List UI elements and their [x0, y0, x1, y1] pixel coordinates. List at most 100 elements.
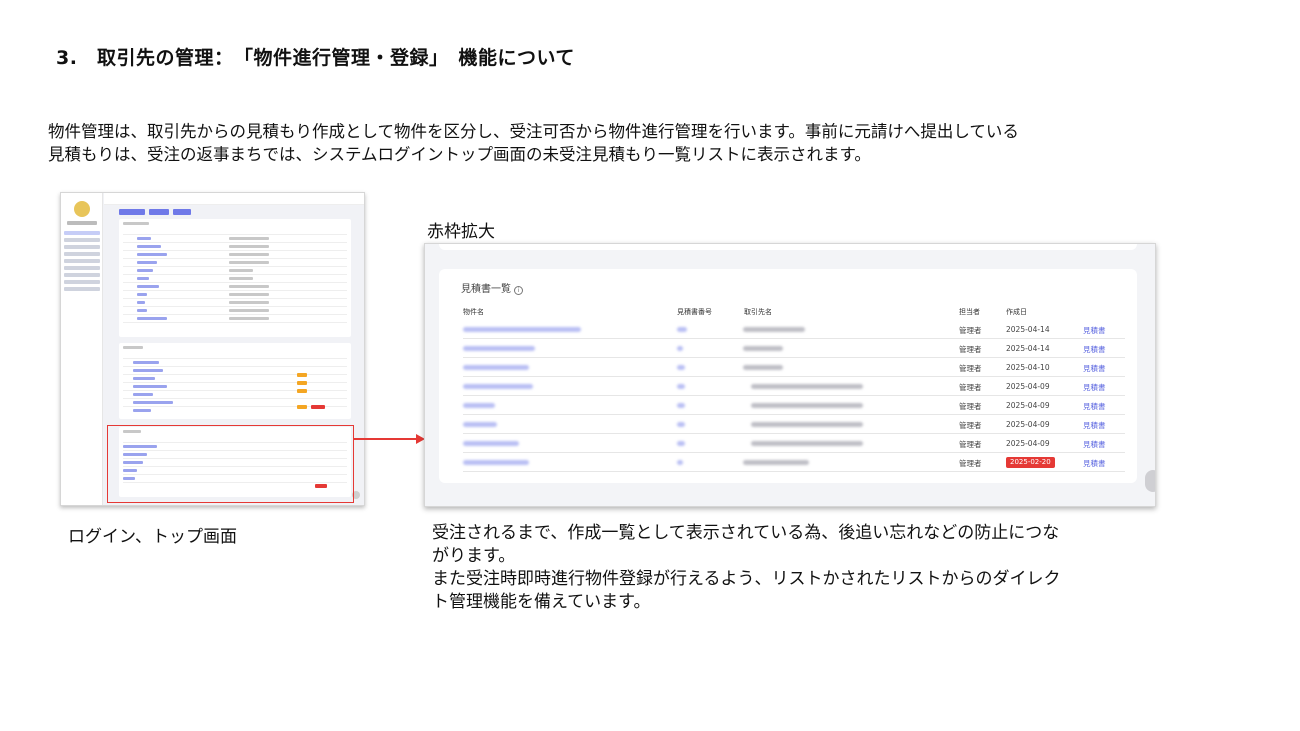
mini-row-line — [123, 322, 347, 323]
table-row[interactable]: 管理者 2025-04-14 見積書 — [463, 339, 1125, 358]
zoomed-screenshot: 見積書一覧 i 物件名 見積書番号 取引先名 担当者 作成日 管理者 2025-0… — [424, 243, 1156, 507]
mini-cell — [133, 401, 173, 404]
estimate-link[interactable]: 見積書 — [1083, 420, 1106, 431]
previous-card-edge — [439, 244, 1137, 250]
mini-row-line — [123, 358, 347, 359]
date-cell: 2025-04-14 — [1006, 344, 1050, 353]
estimate-number — [677, 327, 687, 332]
mini-nav-item — [64, 259, 100, 263]
column-header: 物件名 — [463, 308, 484, 316]
mini-row-line — [123, 298, 347, 299]
mini-cell — [229, 237, 269, 240]
estimate-number — [677, 384, 685, 389]
mini-cell — [137, 309, 147, 312]
estimate-link[interactable]: 見積書 — [1083, 325, 1106, 336]
table-row[interactable]: 管理者 2025-04-09 見積書 — [463, 434, 1125, 453]
table-row[interactable]: 管理者 2025-02-20 見積書 — [463, 453, 1125, 472]
mini-card-projects — [119, 343, 351, 419]
mini-nav-item — [64, 238, 100, 242]
mini-row-line — [123, 314, 347, 315]
estimate-link[interactable]: 見積書 — [1083, 382, 1106, 393]
mini-cell — [229, 317, 269, 320]
table-row[interactable]: 管理者 2025-04-09 見積書 — [463, 377, 1125, 396]
mini-cell — [229, 301, 269, 304]
mini-cell — [133, 369, 163, 372]
mini-cell — [137, 277, 149, 280]
project-name[interactable] — [463, 403, 495, 408]
estimate-number — [677, 422, 685, 427]
client-name — [743, 327, 805, 332]
client-name — [751, 441, 863, 446]
mini-nav-item — [64, 245, 100, 249]
mini-cell — [137, 301, 145, 304]
project-name[interactable] — [463, 441, 519, 446]
person-cell: 管理者 — [959, 402, 982, 411]
mini-row-line — [123, 242, 347, 243]
estimate-link[interactable]: 見積書 — [1083, 363, 1106, 374]
client-name — [743, 460, 809, 465]
mini-cell — [137, 245, 161, 248]
mini-row-line — [123, 250, 347, 251]
estimate-number — [677, 365, 685, 370]
date-cell: 2025-04-10 — [1006, 363, 1050, 372]
client-name — [743, 365, 783, 370]
mini-row-line — [123, 266, 347, 267]
mini-cell — [133, 377, 155, 380]
table-row[interactable]: 管理者 2025-04-14 見積書 — [463, 320, 1125, 339]
page-title: 3. 取引先の管理： 「物件進行管理・登録」 機能について — [56, 47, 575, 69]
mini-cell — [229, 261, 269, 264]
mini-logo-text — [67, 221, 97, 225]
estimate-number — [677, 403, 685, 408]
mini-card-title — [123, 346, 143, 349]
caption-line: 受注されるまで、作成一覧として表示されている為、後追い忘れなどの防止につな — [432, 523, 1060, 543]
mini-cell — [133, 409, 151, 412]
estimate-link[interactable]: 見積書 — [1083, 344, 1106, 355]
caption-line: ト管理機能を備えています。 — [432, 592, 651, 612]
project-name[interactable] — [463, 422, 497, 427]
estimate-link[interactable]: 見積書 — [1083, 401, 1106, 412]
client-name — [751, 422, 863, 427]
project-name[interactable] — [463, 327, 581, 332]
mini-cell — [229, 269, 253, 272]
project-name[interactable] — [463, 346, 535, 351]
mini-row-line — [123, 282, 347, 283]
mini-row-line — [123, 258, 347, 259]
mini-status-badge — [297, 373, 307, 377]
caption-line: がります。 — [432, 546, 516, 566]
intro-line: 物件管理は、取引先からの見積もり作成として物件を区分し、受注可否から物件進行管理… — [48, 122, 1019, 141]
date-cell: 2025-04-09 — [1006, 420, 1050, 429]
project-name[interactable] — [463, 384, 533, 389]
project-name[interactable] — [463, 460, 529, 465]
mini-cell — [229, 245, 269, 248]
row-divider — [463, 471, 1125, 472]
info-circle-icon[interactable]: i — [514, 286, 523, 295]
person-cell: 管理者 — [959, 459, 982, 468]
client-name — [743, 346, 783, 351]
table-row[interactable]: 管理者 2025-04-09 見積書 — [463, 396, 1125, 415]
mini-cell — [229, 293, 269, 296]
mini-cell — [133, 393, 153, 396]
table-row[interactable]: 管理者 2025-04-10 見積書 — [463, 358, 1125, 377]
mini-topbar — [104, 193, 364, 205]
mini-cell — [137, 317, 167, 320]
mini-nav-item — [64, 280, 100, 284]
mini-cell — [229, 309, 269, 312]
intro-text: 物件管理は、取引先からの見積もり作成として物件を区分し、受注可否から物件進行管理… — [48, 120, 1019, 166]
project-name[interactable] — [463, 365, 529, 370]
mini-status-badge — [297, 389, 307, 393]
mini-status-badge — [297, 381, 307, 385]
mini-cell — [137, 269, 153, 272]
estimate-link[interactable]: 見積書 — [1083, 458, 1106, 469]
mini-row-line — [123, 374, 347, 375]
arrow-line — [354, 438, 418, 440]
mini-cell — [133, 361, 159, 364]
logo-icon — [74, 201, 90, 217]
scroll-knob[interactable] — [1145, 470, 1155, 492]
mini-nav-item — [64, 231, 100, 235]
estimate-link[interactable]: 見積書 — [1083, 439, 1106, 450]
column-header: 見積書番号 — [677, 308, 712, 316]
person-cell: 管理者 — [959, 383, 982, 392]
mini-card-orders — [119, 219, 351, 337]
person-cell: 管理者 — [959, 364, 982, 373]
table-row[interactable]: 管理者 2025-04-09 見積書 — [463, 415, 1125, 434]
